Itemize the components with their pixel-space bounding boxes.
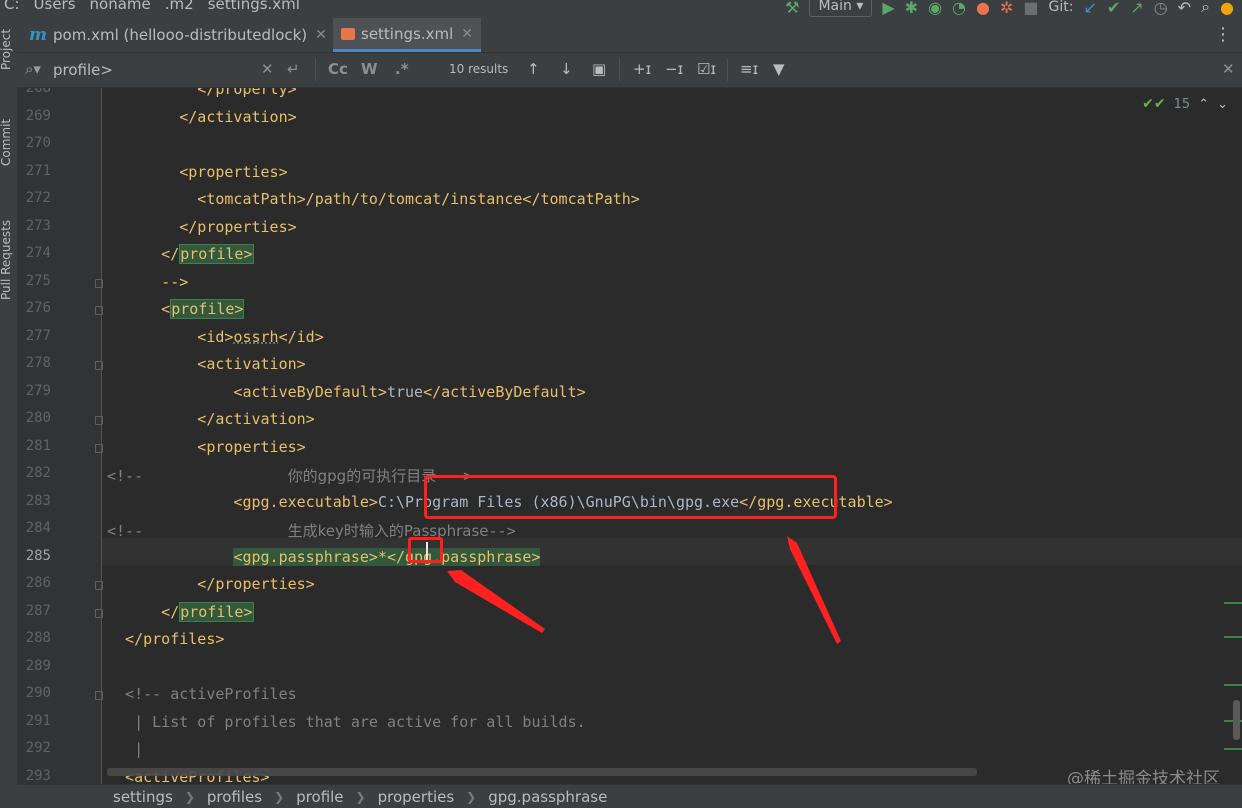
top-breadcrumb: C: Users noname .m2 settings.xml [4,0,314,13]
scrollbar-marker [1224,636,1242,638]
check-icon: ✔✔ [1142,96,1166,112]
scrollbar-marker [1224,684,1242,686]
top-breadcrumb-item[interactable]: .m2 [165,0,194,13]
commit-tool-tab[interactable]: Commit [0,119,13,166]
tab-settings-xml[interactable]: settings.xml ✕ [333,18,481,52]
search-results-count: 10 results [449,62,509,76]
chevron-right-icon: ❯ [466,789,477,804]
stop-run-icon[interactable]: ● [976,0,990,17]
build-hammer-icon[interactable]: ⚒ [785,0,799,17]
search-icon[interactable]: ⌕▾ [25,60,41,78]
breadcrumb-profile[interactable]: profile [296,788,343,806]
toolbar-separator [315,59,316,81]
top-navigation-bar: C: Users noname .m2 settings.xml ⚒ Main ▾ ▶ … [0,0,1242,18]
pull-requests-tool-tab[interactable]: Pull Requests [0,220,13,300]
annotation-arrow-to-passphrase [447,570,545,633]
find-bar: ⌕▾ ✕ ↵ Cc W .* 10 results ↑ ↓ ▣ +ɪ −ɪ ☑ɪ… [17,53,1242,88]
horizontal-scrollbar[interactable] [107,768,977,776]
maven-icon: m [29,25,47,45]
toolbar-separator [727,59,728,81]
project-tool-tab[interactable]: Project [0,29,13,70]
previous-occurrence-icon[interactable]: ↑ [527,60,540,78]
add-occurrence-icon[interactable]: +ɪ [633,60,651,78]
close-icon[interactable]: ✕ [461,26,473,42]
scrollbar-marker [1224,602,1242,604]
close-search-icon[interactable]: ✕ [1222,60,1235,78]
coverage-icon[interactable]: ◉ [928,0,942,17]
editor-tab-bar: m pom.xml (hellooo-distributedlock) ✕ se… [17,18,1242,53]
run-configuration-select[interactable]: Main ▾ [809,0,873,17]
breadcrumb-settings[interactable]: settings [113,788,173,806]
tab-label: settings.xml [361,24,454,43]
top-breadcrumb-item[interactable]: noname [90,0,151,13]
breadcrumb-gpg-passphrase[interactable]: gpg.passphrase [488,788,607,806]
search-input[interactable] [51,58,275,82]
xml-breadcrumb-bar: settings ❯ profiles ❯ profile ❯ properti… [17,784,1242,808]
chevron-down-icon[interactable]: ⌄ [1217,97,1228,112]
tab-pom-xml[interactable]: m pom.xml (hellooo-distributedlock) ✕ [21,18,349,52]
left-tool-window-bar: Project Commit Pull Requests [0,18,18,808]
top-breadcrumb-item[interactable]: settings.xml [208,0,300,13]
xml-file-icon [341,27,355,40]
match-case-toggle[interactable]: Cc [328,60,348,78]
run-configuration-label: Main [818,0,852,14]
vertical-scrollbar[interactable] [1233,700,1240,740]
tab-label: pom.xml (hellooo-distributedlock) [53,26,308,44]
close-icon[interactable]: ✕ [315,27,327,43]
regex-toggle[interactable]: .* [395,60,409,78]
breadcrumb-profiles[interactable]: profiles [207,788,262,806]
next-occurrence-icon[interactable]: ↓ [560,60,573,78]
rebuild-icon[interactable]: ✲ [1000,0,1013,17]
main-toolbar: ⚒ Main ▾ ▶ ✱ ◉ ◔ ● ✲ ■ Git: ↙ ✔ ↗ ◷ ↶ ⌕ … [785,0,1242,18]
rollback-icon[interactable]: ↶ [1178,0,1191,17]
annotation-arrow-to-path [787,536,841,644]
git-push-icon[interactable]: ↗ [1130,0,1143,17]
notification-icon[interactable]: ● [1220,0,1234,17]
chevron-right-icon: ❯ [184,789,195,804]
top-breadcrumb-item[interactable]: Users [34,0,76,13]
filter-options-icon[interactable]: ≡ɪ [740,60,758,78]
filter-icon[interactable]: ▼ [773,60,785,78]
inspection-widget[interactable]: ✔✔ 15 ⌃ ⌄ [1142,96,1228,112]
inspection-count: 15 [1173,96,1191,112]
run-icon[interactable]: ▶ [882,0,894,17]
scrollbar-marker [1224,748,1242,750]
git-label: Git: [1048,0,1074,15]
chevron-right-icon: ❯ [355,789,366,804]
words-toggle[interactable]: W [361,60,378,78]
breadcrumb-properties[interactable]: properties [378,788,455,806]
watermark: @稀土掘金技术社区 [1067,769,1220,784]
search-everywhere-icon[interactable]: ⌕ [1201,0,1210,17]
history-icon[interactable]: ◷ [1154,0,1168,17]
clear-search-icon[interactable]: ✕ [261,60,274,78]
chevron-up-icon[interactable]: ⌃ [1198,97,1209,112]
git-update-icon[interactable]: ↙ [1083,0,1096,17]
profile-run-icon[interactable]: ◔ [952,0,966,17]
select-all-occurrences-icon[interactable]: ▣ [592,60,606,78]
git-commit-icon[interactable]: ✔ [1107,0,1120,17]
chevron-right-icon: ❯ [274,789,285,804]
stop-icon[interactable]: ■ [1023,0,1038,17]
top-breadcrumb-item[interactable]: C: [4,0,20,13]
remove-occurrence-icon[interactable]: −ɪ [665,60,683,78]
more-options-icon[interactable]: ⋮ [1214,24,1232,45]
select-all-matches-icon[interactable]: ☑ɪ [697,60,716,78]
annotation-arrows [447,536,841,644]
toolbar-separator [619,59,620,81]
new-line-icon[interactable]: ↵ [287,60,300,78]
code-editor[interactable]: 268 269 270 271 272 273 274 275 276 277 278 279 280 2… [17,88,1242,784]
debug-icon[interactable]: ✱ [905,0,918,17]
